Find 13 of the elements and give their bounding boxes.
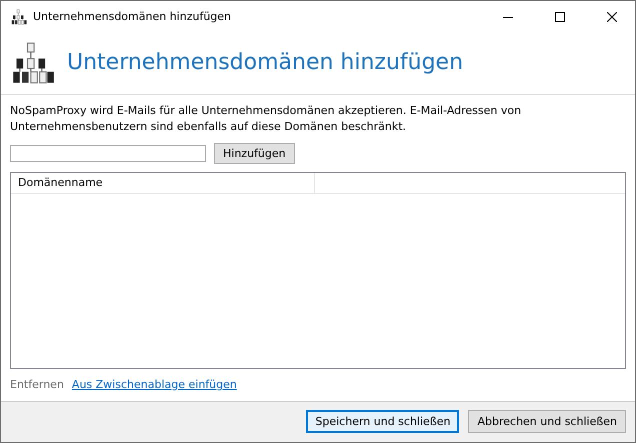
close-icon[interactable] <box>607 12 617 22</box>
domain-input-field[interactable] <box>10 144 206 162</box>
description-text: NoSpamProxy wird E-Mails für alle Unternehmensdomänen akzeptieren. E-Mail-Adressen von Unternehmensbenutzern sind ebenfalls auf diese Domänen beschränkt. <box>10 102 522 135</box>
window-title: Unternehmensdomänen hinzufügen <box>33 10 232 23</box>
network-icon <box>11 8 27 24</box>
column-header[interactable]: Domänenname <box>11 172 315 193</box>
maximize-icon[interactable] <box>555 12 565 22</box>
paste-link[interactable]: Aus Zwischenablage einfügen <box>72 378 237 391</box>
cancel-button[interactable]: Abbrechen und schließen <box>468 410 626 434</box>
add-button[interactable]: Hinzufügen <box>214 142 295 164</box>
save-button[interactable]: Speichern und schließen <box>306 410 460 434</box>
network-icon <box>11 40 55 85</box>
dialog-heading: Unternehmensdomänen hinzufügen <box>67 50 464 76</box>
